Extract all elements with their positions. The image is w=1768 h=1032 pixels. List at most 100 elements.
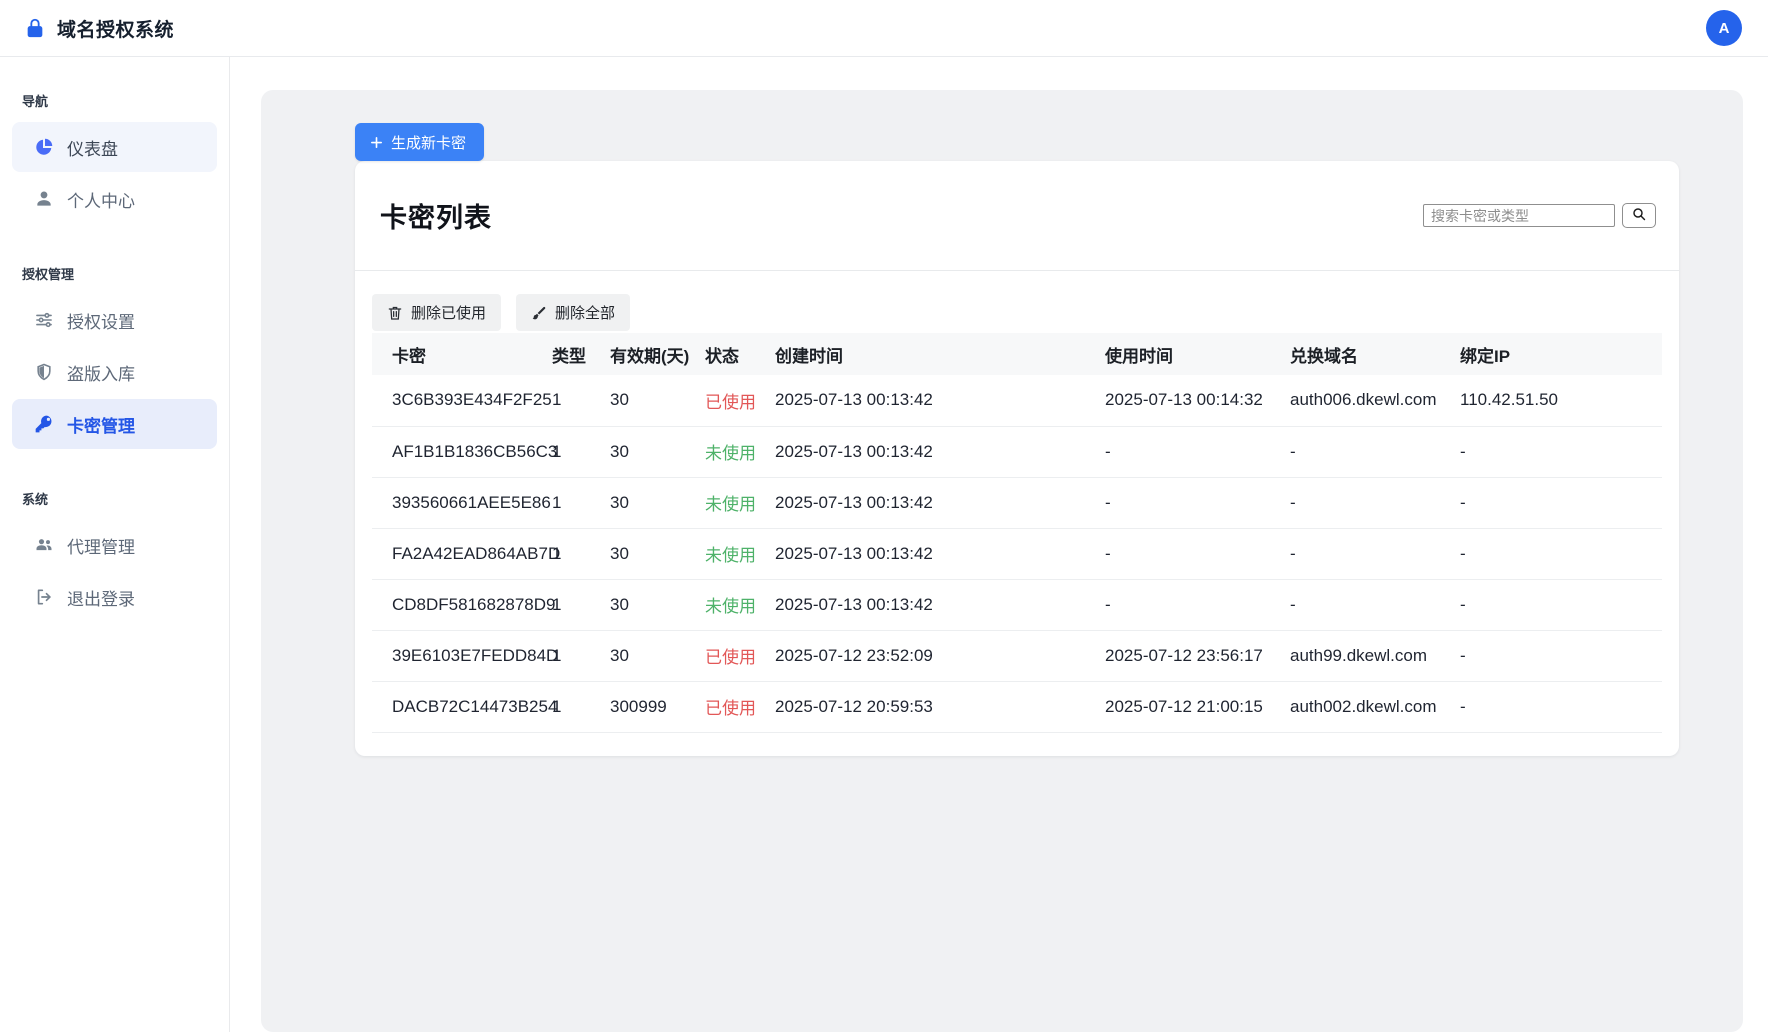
- generate-key-button[interactable]: 生成新卡密: [355, 123, 484, 161]
- sidebar-item-piracy-store[interactable]: 盗版入库: [12, 347, 217, 397]
- table-row: 39E6103E7FEDD84D130已使用2025-07-12 23:52:0…: [372, 630, 1662, 681]
- table-cell: -: [1460, 681, 1662, 732]
- table-cell: -: [1460, 426, 1662, 477]
- table-cell: 1: [552, 477, 610, 528]
- table-cell: 39E6103E7FEDD84D: [372, 630, 552, 681]
- sidebar-item-label: 个人中心: [67, 187, 135, 212]
- table-cell: 2025-07-13 00:13:42: [775, 375, 1105, 426]
- logout-icon: [34, 587, 54, 607]
- table-row: 393560661AEE5E86130未使用2025-07-13 00:13:4…: [372, 477, 1662, 528]
- table-cell: 1: [552, 579, 610, 630]
- table-cell: auth99.dkewl.com: [1290, 630, 1460, 681]
- table-cell: auth002.dkewl.com: [1290, 681, 1460, 732]
- status-cell: 已使用: [705, 630, 775, 681]
- sidebar-item-agents[interactable]: 代理管理: [12, 520, 217, 570]
- status-cell: 未使用: [705, 477, 775, 528]
- shield-icon: [34, 362, 54, 382]
- column-header: 使用时间: [1105, 333, 1290, 375]
- delete-all-label: 删除全部: [555, 302, 615, 323]
- users-icon: [34, 535, 54, 555]
- sidebar-item-label: 授权设置: [67, 308, 135, 333]
- table-cell: -: [1105, 477, 1290, 528]
- table-cell: 1: [552, 528, 610, 579]
- app-window: 域名授权系统 A 导航仪表盘个人中心授权管理授权设置盗版入库卡密管理系统代理管理…: [0, 0, 1768, 1032]
- column-header: 创建时间: [775, 333, 1105, 375]
- table-row: CD8DF581682878D9130未使用2025-07-13 00:13:4…: [372, 579, 1662, 630]
- sidebar-item-card-keys[interactable]: 卡密管理: [12, 399, 217, 449]
- table-cell: 2025-07-12 23:52:09: [775, 630, 1105, 681]
- lock-icon: [24, 17, 46, 39]
- table-cell: -: [1290, 426, 1460, 477]
- table-cell: -: [1290, 579, 1460, 630]
- table-cell: 2025-07-13 00:13:42: [775, 528, 1105, 579]
- search-input[interactable]: [1423, 204, 1615, 227]
- sidebar-item-label: 代理管理: [67, 533, 135, 558]
- main-area: 生成新卡密 卡密列表: [230, 57, 1768, 1032]
- sidebar-item-label: 盗版入库: [67, 360, 135, 385]
- sidebar-section-label: 授权管理: [12, 264, 217, 283]
- table-toolbar: 删除已使用 删除全部: [355, 271, 1679, 331]
- delete-used-button[interactable]: 删除已使用: [372, 294, 501, 331]
- sidebar-section: 授权管理授权设置盗版入库卡密管理: [12, 264, 217, 449]
- sidebar-section: 系统代理管理退出登录: [12, 489, 217, 622]
- plus-icon: [369, 135, 384, 150]
- table-wrap: 卡密类型有效期(天)状态创建时间使用时间兑换域名绑定IP 3C6B393E434…: [355, 331, 1679, 756]
- key-icon: [34, 414, 54, 434]
- table-cell: 30: [610, 375, 705, 426]
- pie-chart-icon: [34, 137, 54, 157]
- table-cell: 30: [610, 528, 705, 579]
- table-cell: -: [1105, 528, 1290, 579]
- sidebar-item-label: 卡密管理: [67, 412, 135, 437]
- column-header: 卡密: [372, 333, 552, 375]
- sidebar-item-logout[interactable]: 退出登录: [12, 572, 217, 622]
- table-cell: -: [1460, 630, 1662, 681]
- top-bar: 域名授权系统 A: [0, 0, 1768, 57]
- table-cell: 2025-07-12 23:56:17: [1105, 630, 1290, 681]
- trash-icon: [387, 305, 403, 321]
- search-icon: [1631, 206, 1647, 225]
- sidebar-section: 导航仪表盘个人中心: [12, 91, 217, 224]
- sidebar-item-dashboard[interactable]: 仪表盘: [12, 122, 217, 172]
- status-cell: 未使用: [705, 426, 775, 477]
- sidebar-item-auth-settings[interactable]: 授权设置: [12, 295, 217, 345]
- table-cell: 2025-07-12 21:00:15: [1105, 681, 1290, 732]
- delete-all-button[interactable]: 删除全部: [516, 294, 630, 331]
- search-button[interactable]: [1622, 203, 1656, 228]
- brand: 域名授权系统: [24, 15, 174, 42]
- table-cell: -: [1105, 426, 1290, 477]
- table-body: 3C6B393E434F2F25130已使用2025-07-13 00:13:4…: [372, 375, 1662, 732]
- table-cell: 2025-07-13 00:13:42: [775, 426, 1105, 477]
- table-cell: -: [1460, 528, 1662, 579]
- table-cell: -: [1105, 579, 1290, 630]
- card-title: 卡密列表: [380, 196, 492, 235]
- table-cell: -: [1460, 477, 1662, 528]
- sidebar-item-label: 仪表盘: [67, 135, 118, 160]
- user-avatar[interactable]: A: [1706, 10, 1742, 46]
- table-row: 3C6B393E434F2F25130已使用2025-07-13 00:13:4…: [372, 375, 1662, 426]
- table-cell: 300999: [610, 681, 705, 732]
- table-cell: 2025-07-12 20:59:53: [775, 681, 1105, 732]
- table-cell: 2025-07-13 00:13:42: [775, 477, 1105, 528]
- table-cell: 110.42.51.50: [1460, 375, 1662, 426]
- table-head: 卡密类型有效期(天)状态创建时间使用时间兑换域名绑定IP: [372, 333, 1662, 375]
- column-header: 兑换域名: [1290, 333, 1460, 375]
- status-cell: 未使用: [705, 579, 775, 630]
- table-cell: 393560661AEE5E86: [372, 477, 552, 528]
- status-cell: 已使用: [705, 375, 775, 426]
- table-cell: auth006.dkewl.com: [1290, 375, 1460, 426]
- table-cell: 3C6B393E434F2F25: [372, 375, 552, 426]
- table-cell: 1: [552, 681, 610, 732]
- column-header: 类型: [552, 333, 610, 375]
- table-row: FA2A42EAD864AB7D130未使用2025-07-13 00:13:4…: [372, 528, 1662, 579]
- table-cell: -: [1460, 579, 1662, 630]
- key-list-card: 卡密列表: [355, 161, 1679, 756]
- sidebar-section-label: 导航: [12, 91, 217, 110]
- sidebar-item-label: 退出登录: [67, 585, 135, 610]
- status-cell: 已使用: [705, 681, 775, 732]
- table-cell: AF1B1B1836CB56C3: [372, 426, 552, 477]
- content-panel: 生成新卡密 卡密列表: [261, 90, 1743, 1032]
- sidebar-item-profile[interactable]: 个人中心: [12, 174, 217, 224]
- sidebar: 导航仪表盘个人中心授权管理授权设置盗版入库卡密管理系统代理管理退出登录: [0, 57, 230, 1032]
- table-row: DACB72C14473B2541300999已使用2025-07-12 20:…: [372, 681, 1662, 732]
- sliders-icon: [34, 310, 54, 330]
